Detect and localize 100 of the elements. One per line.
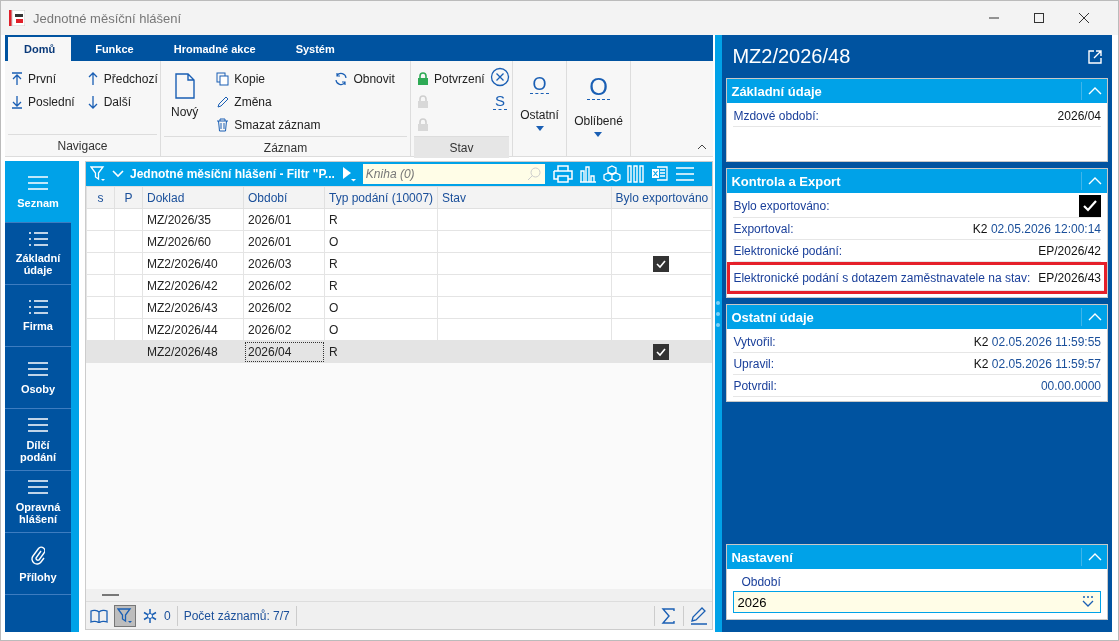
table-cell: 2026/02 [243,296,325,319]
table-row[interactable]: MZ2/2026/43 2026/02 O [86,296,712,319]
table-cell: O [324,230,438,253]
ribbon-tab[interactable]: Domů [8,37,72,61]
window-title: Jednotné měsíční hlášení [33,10,182,26]
column-header[interactable]: Doklad [142,186,244,209]
field-value: EP/2026/43 [1038,270,1101,285]
table-cell: 2026/02 [243,274,325,297]
marked-count: 0 [164,608,171,623]
table-row[interactable]: MZ/2026/60 2026/01 O [86,230,712,253]
play-icon[interactable] [340,166,357,182]
arrow-up-to-bar-icon [11,71,23,86]
column-header[interactable]: Typ podání (10007) [324,186,438,209]
bar-chart-icon[interactable] [578,165,597,183]
menu-icon [27,174,49,191]
filter-icon[interactable] [90,166,106,182]
field-label: Mzdové období: [733,108,819,123]
field-label: Upravil: [733,356,775,371]
table-cell: 2026/01 [243,208,325,231]
printer-icon[interactable] [552,165,573,183]
collapse-icon [1088,177,1102,185]
column-header[interactable]: Bylo exportováno [611,186,712,209]
table-cell: R [324,252,438,275]
record-count: Počet záznamů: 7/7 [183,608,290,623]
ribbon-tab[interactable]: Funkce [79,37,150,61]
dropdown-button[interactable]: O Ostatní [520,61,559,153]
table-cell: 2026/01 [243,230,325,253]
ribbon-button[interactable]: Poslední [9,90,77,113]
grid-title: Jednotné měsíční hlášení - Filtr "P... [130,167,335,181]
sigma-icon[interactable] [660,607,677,624]
ribbon-tab[interactable]: Hromadné akce [157,37,272,61]
close-icon[interactable] [1078,12,1090,24]
document-icon [174,73,195,99]
field-value: 00.00.0000 [1040,378,1101,393]
chevron-down-icon[interactable] [112,170,124,178]
columns-icon[interactable] [626,165,645,183]
ribbon-button[interactable]: Kopie [214,67,323,90]
table-cell: MZ2/2026/44 [142,318,244,341]
search-field[interactable]: Kniha (0) [362,164,545,184]
column-header[interactable]: Stav [437,186,612,209]
arrow-down-to-bar-icon [11,94,23,109]
caret-down-icon [535,126,544,131]
copy-icon [216,71,230,86]
field-label: Vytvořil: [733,334,776,349]
group-label: Navigace [8,134,157,156]
column-header[interactable]: s [86,186,115,209]
ribbon-button[interactable]: Smazat záznam [214,113,323,136]
table-cell: MZ2/2026/42 [142,274,244,297]
ribbon-button[interactable]: Předchozí [84,67,160,90]
collapse-icon [1088,87,1102,95]
lock-icon [417,71,429,86]
ribbon-button[interactable]: Potvrzení [415,67,487,90]
table-cell: R [324,274,438,297]
record-title: MZ2/2026/48 [732,45,851,68]
dropdown-button[interactable]: O Oblíbené [574,61,623,153]
field-label: Bylo exportováno: [733,199,830,213]
table-cell: 2026/02 [243,318,325,341]
filter-toggle[interactable] [114,604,136,627]
splitter-bar[interactable] [714,35,723,632]
table-row[interactable]: MZ2/2026/42 2026/02 R [86,274,712,297]
paperclip-icon [31,544,45,565]
maximize-icon[interactable] [1033,12,1045,24]
asterisk-icon[interactable] [142,607,158,624]
group-label: Stav [414,136,509,158]
cubes-icon[interactable] [602,165,621,183]
collapse-icon [1088,313,1102,321]
checkbox[interactable] [1079,195,1101,217]
collapse-icon [1088,553,1102,561]
refresh-button[interactable]: Obnovit [332,67,397,90]
column-header[interactable]: P [114,186,143,209]
table-cell: MZ2/2026/43 [142,296,244,319]
ribbon-button[interactable]: Změna [214,90,323,113]
book-icon[interactable] [90,608,108,623]
ribbon-tab[interactable]: Systém [279,37,351,61]
scrollbar-thumb[interactable] [102,594,119,596]
table-row[interactable]: MZ2/2026/48 2026/04 R [86,340,712,363]
menu-icon [27,478,49,495]
splitter-handle[interactable] [716,299,721,328]
period-field[interactable]: 2026 [733,591,1101,613]
spreadsheet-icon[interactable] [650,165,669,183]
ribbon-button[interactable]: Další [84,90,160,113]
menu-icon[interactable] [674,166,695,182]
column-header[interactable]: Období [243,186,325,209]
search-icon [526,167,541,181]
pencil-icon [216,94,230,109]
cancel-circle-icon[interactable] [490,67,510,87]
table-row[interactable]: MZ2/2026/44 2026/02 O [86,318,712,341]
menu-icon [27,416,49,433]
field-value: EP/2026/42 [1038,243,1101,258]
ribbon-button[interactable]: První [9,67,77,90]
field-value: K2 02.05.2026 11:59:55 [973,334,1101,349]
app-logo-icon [9,10,25,26]
shortcut-glyph[interactable]: S [493,93,507,110]
new-button[interactable]: Nový [165,67,205,127]
table-row[interactable]: MZ2/2026/40 2026/03 R [86,252,712,275]
pencil-icon[interactable] [689,606,708,625]
table-row[interactable]: MZ/2026/35 2026/01 R [86,208,712,231]
collapse-ribbon-icon[interactable] [696,144,707,150]
group-label: Záznam [164,136,407,158]
open-external-icon[interactable] [1088,49,1102,64]
